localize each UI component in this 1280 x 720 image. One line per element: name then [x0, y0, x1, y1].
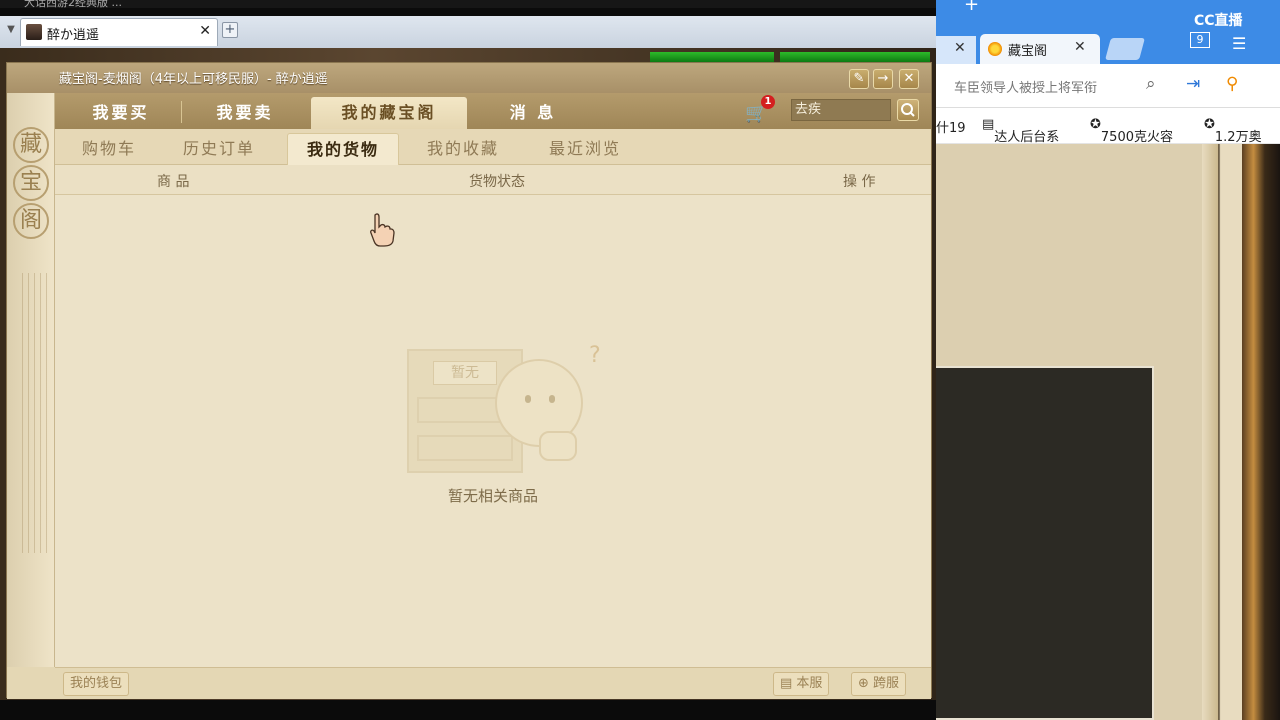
bookmark-label: 7500克火容	[1100, 130, 1173, 145]
edit-button[interactable]: ✎	[849, 69, 869, 89]
globe-icon: ⊕	[858, 676, 874, 691]
wallet-button[interactable]: 我的钱包	[63, 672, 130, 696]
address-input[interactable]: 车臣领导人被授上将军衔	[954, 77, 1097, 96]
window-titlebar: 藏宝阁-麦烟阁（4年以上可移民服）- 醉か逍遥 ✎ → ✕	[7, 63, 931, 93]
cross-server-label: 跨服	[873, 676, 900, 691]
new-tab-icon[interactable]: +	[964, 0, 979, 15]
empty-message: 暂无相关商品	[447, 487, 538, 505]
mascot-hand	[539, 431, 577, 461]
tab-order-history[interactable]: 历史订单	[169, 133, 269, 165]
bookmarks-bar: 什19 ▤ 达人后台系 ✪ 7500克火容 ✪ 1.2万奥	[936, 108, 1280, 145]
key-icon[interactable]: ⚲	[1226, 74, 1238, 94]
address-bar: 车臣领导人被授上将军衔 ⌕ ⇥ ⚲	[936, 64, 1280, 108]
seal-1: 藏	[13, 127, 49, 163]
dark-panel	[936, 366, 1154, 720]
tab-sell[interactable]: 我要卖	[187, 97, 303, 129]
col-status: 货物状态	[469, 174, 525, 190]
site-favicon-icon	[988, 42, 1002, 56]
window-footer: 我的钱包 ▤ 本服 ⊕ 跨服	[55, 667, 931, 699]
main-nav: 我要买 我要卖 我的藏宝阁 消 息 🛒 1 去疾	[55, 93, 931, 129]
decorative-script	[17, 273, 47, 553]
tab-my-goods[interactable]: 我的货物	[287, 133, 399, 165]
browser-tab[interactable]: ✕	[936, 36, 976, 64]
login-icon[interactable]: ⇥	[1186, 74, 1200, 94]
hand-cursor-icon	[370, 213, 395, 247]
search-icon[interactable]: ⌕	[1146, 74, 1156, 94]
tab-recently-viewed[interactable]: 最近浏览	[535, 133, 635, 165]
seal-3: 阁	[13, 203, 49, 239]
side-decoration: 藏 宝 阁	[7, 93, 55, 699]
col-goods: 商 品	[157, 174, 190, 190]
search-button[interactable]	[897, 99, 919, 121]
window-title: 藏宝阁-麦烟阁（4年以上可移民服）- 醉か逍遥	[59, 72, 328, 87]
page-border	[1202, 144, 1242, 720]
menu-icon[interactable]: ☰	[1232, 34, 1246, 53]
this-server-label: 本服	[796, 676, 823, 691]
avatar	[26, 24, 42, 40]
empty-illustration: 暂无 ?	[407, 343, 607, 473]
bookmark-item[interactable]: ✪ 1.2万奥	[1204, 117, 1262, 145]
top-strip: 大话西游2经典版 ...	[0, 0, 936, 9]
hp-bar	[650, 52, 774, 62]
bookmark-label: 达人后台系	[994, 130, 1060, 145]
col-action: 操 作	[843, 174, 876, 190]
bookmark-item[interactable]: 什19	[936, 117, 966, 136]
page-frame	[1242, 144, 1280, 720]
cart-button[interactable]: 🛒 1	[745, 95, 775, 125]
server-icon: ▤	[780, 676, 797, 691]
cross-server-button[interactable]: ⊕ 跨服	[851, 672, 907, 696]
cart-badge: 1	[761, 95, 775, 109]
goods-list: 暂无 ? 暂无相关商品	[55, 195, 931, 667]
bookmark-item[interactable]: ▤ 达人后台系	[982, 117, 1059, 145]
tab-cart[interactable]: 购物车	[67, 133, 151, 165]
seal-2: 宝	[13, 165, 49, 201]
close-icon[interactable]: ✕	[199, 23, 211, 39]
mp-bar	[780, 52, 930, 62]
new-tab-button[interactable]	[1105, 38, 1145, 60]
side-footer	[7, 667, 55, 699]
top-strip-text: 大话西游2经典版 ...	[24, 0, 122, 9]
tab-buy[interactable]: 我要买	[63, 97, 179, 129]
browser-tab-title: 藏宝阁	[1008, 44, 1048, 59]
empty-badge: 暂无	[433, 361, 497, 385]
browser-tab-active[interactable]: 藏宝阁 ✕	[980, 34, 1100, 64]
nav-divider	[181, 101, 182, 123]
browser-window: + CC直播 ✕ 藏宝阁 ✕ 9 ☰ 车臣领导人被授上将军衔 ⌕ ⇥ ⚲ 什19…	[936, 0, 1280, 720]
this-server-button[interactable]: ▤ 本服	[773, 672, 830, 696]
tab-count[interactable]: 9	[1190, 32, 1210, 48]
bookmark-item[interactable]: ✪ 7500克火容	[1090, 117, 1173, 145]
exit-button[interactable]: →	[873, 69, 893, 89]
tab-my-pavilion[interactable]: 我的藏宝阁	[311, 97, 467, 129]
browser-page	[936, 144, 1280, 720]
treasure-pavilion-window: 藏宝阁-麦烟阁（4年以上可移民服）- 醉か逍遥 ✎ → ✕ 藏 宝 阁 我要买 …	[6, 62, 932, 699]
sub-nav: 购物车 历史订单 我的货物 我的收藏 最近浏览	[55, 129, 931, 165]
tab-messages[interactable]: 消 息	[475, 97, 591, 129]
app-tab-bar: ▼ 醉か逍遥 ✕ +	[0, 16, 936, 48]
close-icon[interactable]: ✕	[1074, 39, 1086, 55]
question-icon: ?	[589, 343, 601, 368]
bookmark-label: 1.2万奥	[1214, 130, 1262, 145]
close-button[interactable]: ✕	[899, 69, 919, 89]
cc-live-logo: CC直播	[1194, 13, 1243, 29]
search-icon	[901, 103, 915, 117]
tab-dropdown-icon[interactable]: ▼	[4, 24, 18, 38]
close-icon[interactable]: ✕	[954, 40, 966, 56]
app-tab-title: 醉か逍遥	[47, 28, 100, 43]
empty-row	[417, 435, 513, 461]
search-input[interactable]: 去疾	[791, 99, 891, 121]
table-header: 商 品 货物状态 操 作	[55, 165, 931, 195]
new-tab-button[interactable]: +	[222, 22, 238, 38]
browser-tab-bar: + CC直播 ✕ 藏宝阁 ✕ 9 ☰	[936, 0, 1280, 64]
app-tab[interactable]: 醉か逍遥 ✕	[20, 18, 218, 46]
tab-favorites[interactable]: 我的收藏	[413, 133, 513, 165]
